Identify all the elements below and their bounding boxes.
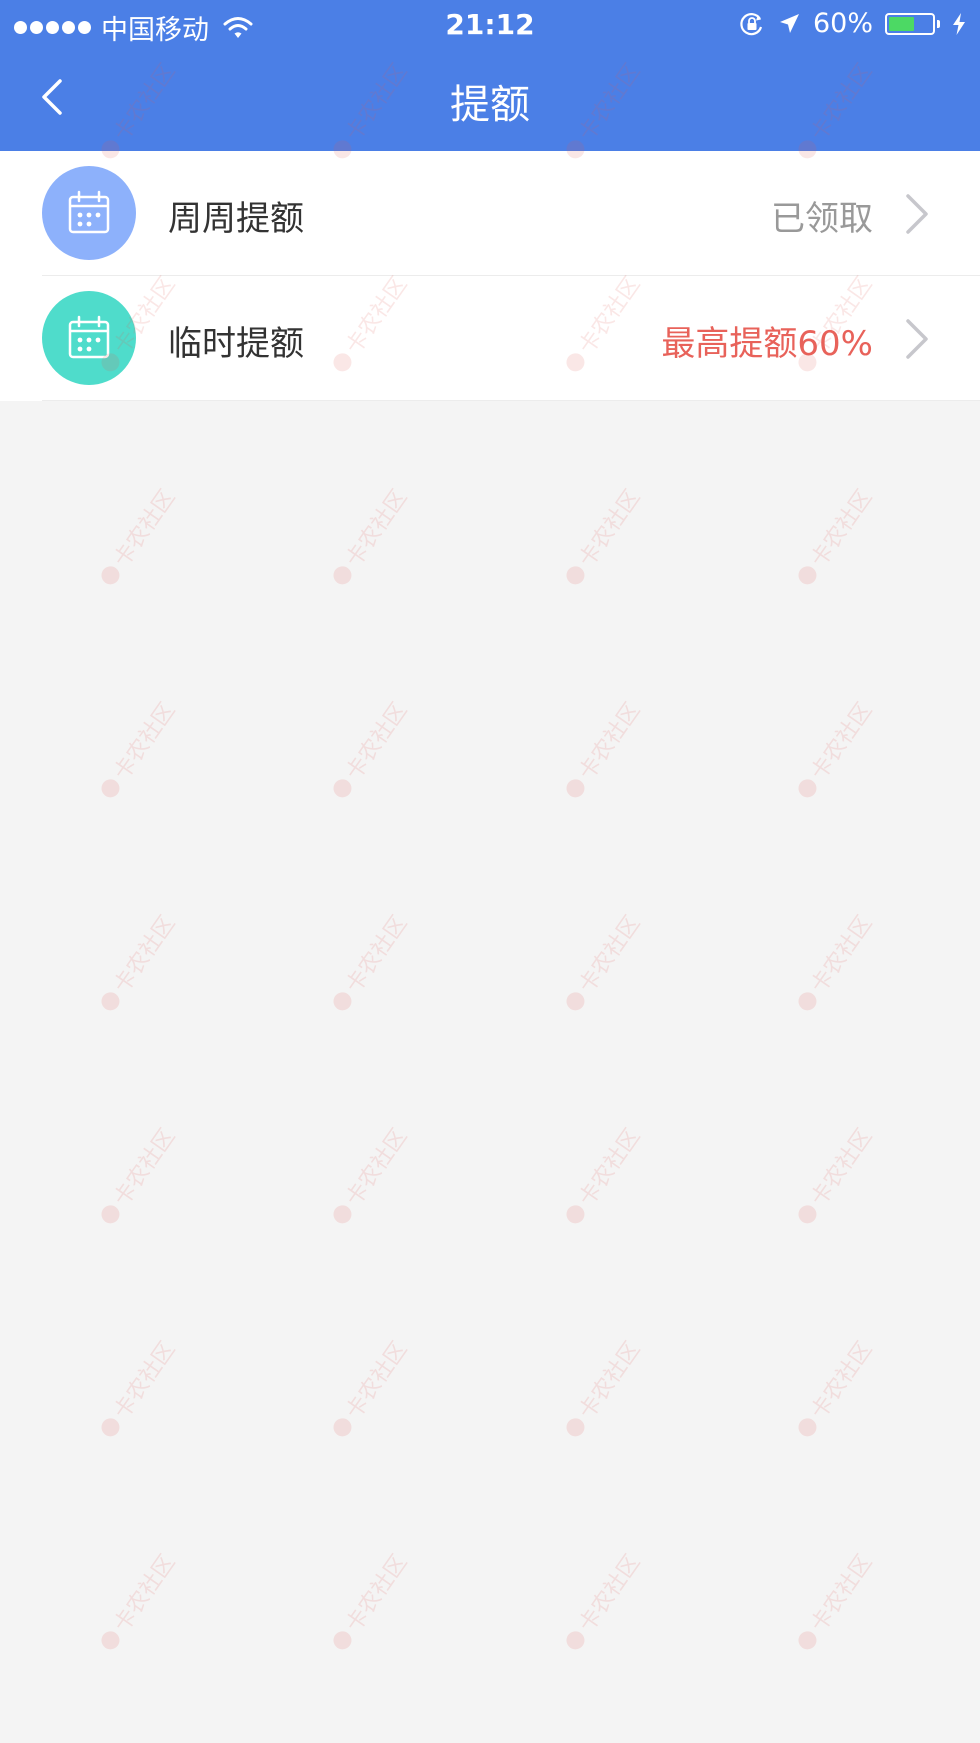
battery-icon	[885, 12, 940, 35]
location-arrow-icon	[779, 13, 799, 33]
weekly-quota-status: 已领取	[771, 199, 873, 239]
battery-percent: 60%	[812, 8, 873, 39]
watermark-logo: 卡农社区	[101, 911, 180, 1011]
watermark-text: 卡农社区	[806, 1550, 877, 1636]
watermark-logo: 卡农社区	[333, 1124, 412, 1224]
watermark-logo: 卡农社区	[333, 911, 412, 1011]
watermark-logo: 卡农社区	[101, 698, 180, 798]
watermark-text: 卡农社区	[109, 1337, 180, 1423]
calendar-icon	[42, 291, 136, 385]
watermark-text: 卡农社区	[574, 1337, 645, 1423]
watermark-logo: 卡农社区	[798, 911, 877, 1011]
watermark-logo: 卡农社区	[798, 485, 877, 585]
watermark-text: 卡农社区	[806, 911, 877, 997]
calendar-icon	[42, 166, 136, 260]
orientation-lock-icon	[740, 12, 763, 35]
watermark-logo: 卡农社区	[566, 1124, 645, 1224]
temporary-quota-status: 最高提额60%	[661, 324, 873, 364]
charging-bolt-icon	[953, 12, 965, 35]
watermark-logo: 卡农社区	[798, 698, 877, 798]
list-item-temporary-quota[interactable]: 临时提额 最高提额60%	[0, 276, 980, 401]
watermark-text: 卡农社区	[574, 1124, 645, 1210]
app-header: 中国移动 21:12 60% 提额	[0, 0, 980, 151]
watermark-text: 卡农社区	[341, 1124, 412, 1210]
watermark-text: 卡农社区	[806, 1337, 877, 1423]
watermark-logo: 卡农社区	[333, 1337, 412, 1437]
watermark-text: 卡农社区	[806, 698, 877, 784]
watermark-text: 卡农社区	[109, 1550, 180, 1636]
chevron-right-icon	[906, 194, 928, 234]
watermark-logo: 卡农社区	[566, 485, 645, 585]
watermark-logo: 卡农社区	[566, 911, 645, 1011]
watermark-logo: 卡农社区	[101, 1550, 180, 1650]
battery-level-fill	[889, 16, 914, 31]
watermark-text: 卡农社区	[806, 485, 877, 571]
watermark-text: 卡农社区	[574, 911, 645, 997]
chevron-right-icon	[906, 319, 928, 359]
watermark-text: 卡农社区	[806, 1124, 877, 1210]
watermark-text: 卡农社区	[109, 1124, 180, 1210]
watermark-logo: 卡农社区	[333, 698, 412, 798]
watermark-logo: 卡农社区	[798, 1337, 877, 1437]
watermark-text: 卡农社区	[574, 485, 645, 571]
watermark-logo: 卡农社区	[101, 1337, 180, 1437]
list-item-weekly-quota[interactable]: 周周提额 已领取	[0, 151, 980, 276]
watermark-logo: 卡农社区	[566, 1550, 645, 1650]
watermark-text: 卡农社区	[341, 1550, 412, 1636]
watermark-text: 卡农社区	[109, 485, 180, 571]
watermark-logo: 卡农社区	[101, 1124, 180, 1224]
temporary-quota-label: 临时提额	[168, 324, 304, 364]
quota-list: 周周提额 已领取 临时提额 最高提额60%	[0, 151, 980, 401]
watermark-text: 卡农社区	[341, 485, 412, 571]
watermark-text: 卡农社区	[109, 911, 180, 997]
watermark-text: 卡农社区	[341, 911, 412, 997]
watermark-logo: 卡农社区	[798, 1550, 877, 1650]
watermark-logo: 卡农社区	[333, 485, 412, 585]
status-right: 60%	[739, 8, 966, 39]
weekly-quota-label: 周周提额	[168, 199, 304, 239]
watermark-logo: 卡农社区	[566, 698, 645, 798]
page-title: 提额	[450, 82, 530, 128]
nav-bar: 提额	[0, 50, 980, 151]
watermark-logo: 卡农社区	[333, 1550, 412, 1650]
watermark-text: 卡农社区	[574, 698, 645, 784]
watermark-text: 卡农社区	[341, 698, 412, 784]
watermark-logo: 卡农社区	[101, 485, 180, 585]
watermark-logo: 卡农社区	[566, 1337, 645, 1437]
watermark-text: 卡农社区	[574, 1550, 645, 1636]
watermark-text: 卡农社区	[109, 698, 180, 784]
status-bar: 中国移动 21:12 60%	[0, 0, 980, 50]
watermark-logo: 卡农社区	[798, 1124, 877, 1224]
watermark-text: 卡农社区	[341, 1337, 412, 1423]
